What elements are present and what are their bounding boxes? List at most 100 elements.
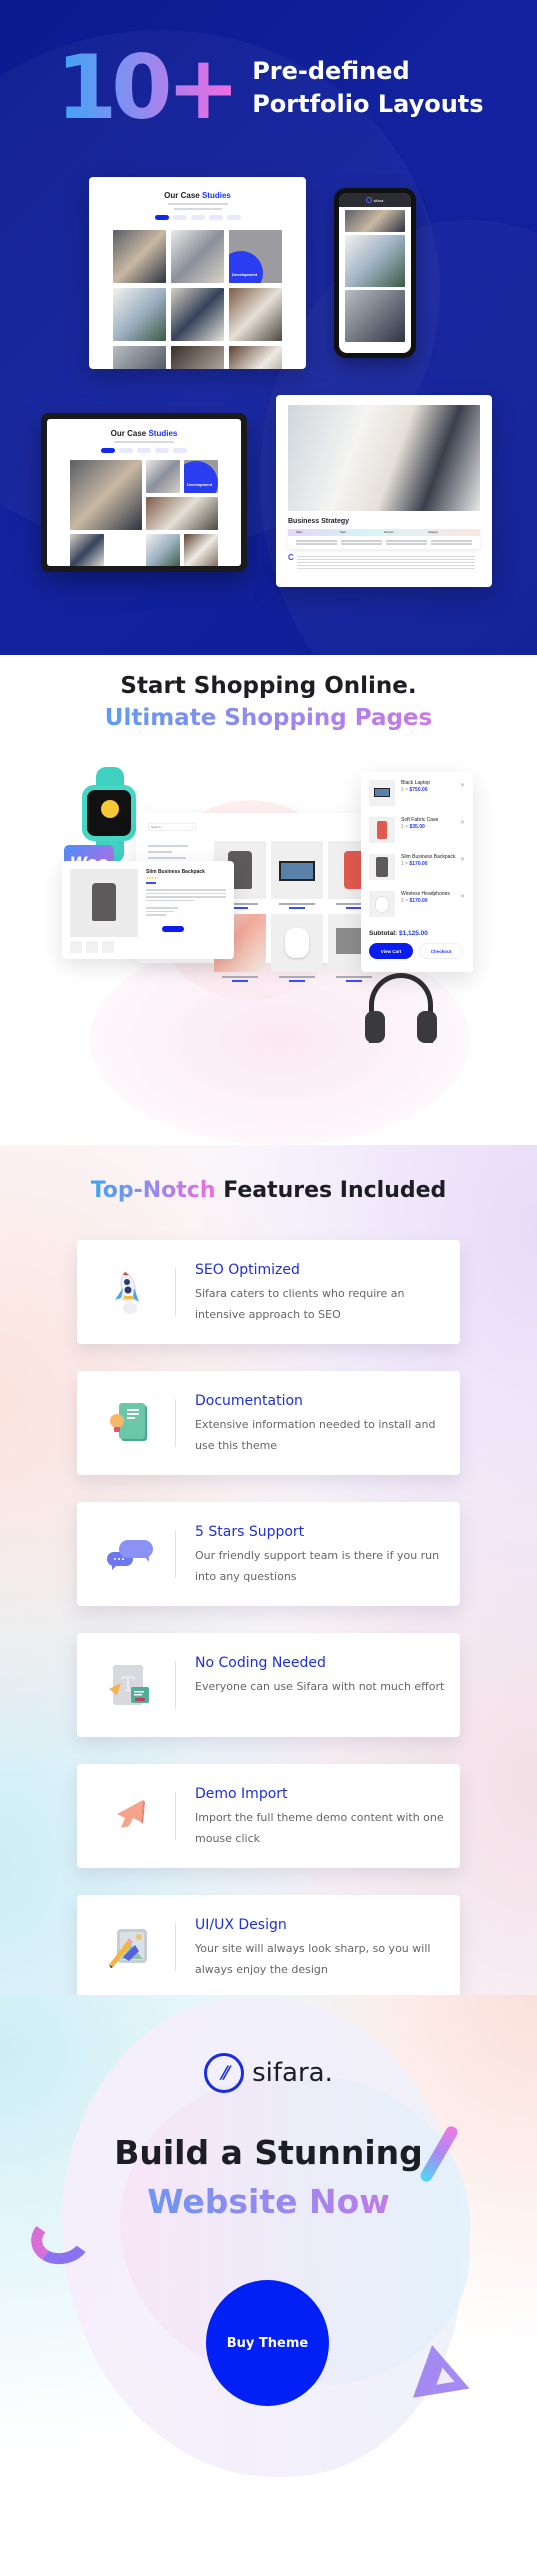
filter-pill[interactable]	[119, 448, 133, 453]
sifara-logo[interactable]: ⫽ sifara.	[0, 2053, 537, 2093]
feature-description: Import the full theme demo content with …	[195, 1811, 444, 1845]
phone-photo	[345, 235, 405, 287]
emoji-icon	[101, 800, 119, 818]
filter-pill[interactable]	[190, 215, 205, 220]
feature-card: Demo Import Import the full theme demo c…	[77, 1764, 460, 1868]
cart-item: Soft Fabric Case 1 × $35.00 ✕	[369, 817, 465, 854]
title-plain: Our Case	[110, 429, 147, 438]
case-photo[interactable]	[70, 534, 104, 566]
filter-pill-all[interactable]	[154, 215, 169, 220]
phone-header: sifara.	[339, 193, 411, 207]
case-photo-featured[interactable]: Development	[184, 460, 218, 493]
feature-description: Our friendly support team is there if yo…	[195, 1549, 440, 1583]
case-photo[interactable]	[229, 288, 282, 341]
title-accent: Studies	[201, 191, 231, 200]
checkout-button[interactable]: Checkout	[419, 943, 463, 959]
feature-title: Documentation	[195, 1393, 303, 1409]
feature-title: Demo Import	[195, 1786, 288, 1802]
add-to-cart-button[interactable]	[162, 925, 184, 932]
shop-subheading: Ultimate Shopping Pages	[0, 705, 537, 731]
remove-icon[interactable]: ✕	[460, 819, 465, 826]
filter-pill[interactable]	[172, 215, 187, 220]
featured-label: Development	[187, 482, 213, 487]
call-to-action-section: ⫽ sifara. Build a Stunning Website Now B…	[0, 1995, 537, 2560]
search-input[interactable]: Search... ⌕	[148, 823, 196, 831]
filter-pill[interactable]	[208, 215, 223, 220]
table-header: Client Team Services Category	[288, 529, 480, 536]
cart-item: Slim Business Backpack 1 × $170.00 ✕	[369, 854, 465, 891]
case-photo[interactable]	[171, 230, 224, 283]
mini-cart: Black Laptop 1 × $750.00 ✕ Soft Fabric Ca…	[361, 772, 473, 972]
case-photo[interactable]	[171, 346, 224, 369]
filter-pills	[89, 215, 306, 220]
headphones-image	[365, 973, 437, 1053]
case-photo[interactable]	[146, 497, 218, 530]
search-icon[interactable]: ⌕	[191, 825, 193, 829]
filter-pill[interactable]	[173, 448, 187, 453]
hero-subtitle-line1: Pre-defined	[252, 57, 410, 85]
filter-pill[interactable]	[137, 448, 151, 453]
thumbnail[interactable]	[70, 941, 82, 953]
filter-pill[interactable]	[155, 448, 169, 453]
product-card[interactable]	[271, 841, 323, 909]
table-header-cell: Services	[384, 531, 394, 534]
thumbnail[interactable]	[102, 941, 114, 953]
remove-icon[interactable]: ✕	[460, 856, 465, 863]
pencil-image-icon	[109, 1929, 147, 1968]
filter-pill[interactable]	[226, 215, 241, 220]
price	[146, 882, 156, 884]
thumbnail[interactable]	[86, 941, 98, 953]
cart-item-name: Slim Business Backpack	[401, 854, 456, 860]
book-bulb-icon	[110, 1403, 147, 1441]
filter-pills	[47, 448, 241, 453]
shopping-section: Start Shopping Online. Ultimate Shopping…	[0, 655, 537, 1145]
case-photo[interactable]	[171, 288, 224, 341]
divider	[175, 1792, 176, 1840]
description-line	[167, 203, 228, 205]
divider	[175, 1923, 176, 1971]
case-photo-featured[interactable]: Development	[229, 230, 282, 283]
logo-icon: ⫽	[204, 2053, 245, 2093]
phone-mockup: sifara.	[334, 188, 416, 358]
feature-title: UI/UX Design	[195, 1917, 287, 1933]
view-cart-button[interactable]: View Cart	[369, 943, 413, 959]
product-card[interactable]	[271, 914, 323, 982]
case-photo[interactable]	[113, 288, 166, 341]
subtotal-value: $1,125.00	[398, 930, 428, 937]
feature-title: No Coding Needed	[195, 1655, 326, 1671]
table-header-cell: Category	[428, 531, 439, 534]
phone-brand: sifara.	[373, 197, 385, 203]
body-text-lines	[296, 554, 475, 571]
case-photo[interactable]	[113, 230, 166, 283]
hero-subtitle: Pre-defined Portfolio Layouts	[252, 55, 483, 121]
filter-pill-all[interactable]	[101, 448, 115, 453]
title-plain: Our Case	[164, 191, 200, 200]
cart-subtotal: Subtotal: $1,125.00	[369, 930, 465, 937]
case-photo[interactable]	[146, 534, 180, 566]
case-grid: Development	[47, 460, 241, 566]
search-placeholder: Search...	[151, 825, 164, 829]
hero-heading: 10+ Pre-defined Portfolio Layouts	[56, 44, 484, 132]
case-photo[interactable]	[113, 346, 166, 369]
remove-icon[interactable]: ✕	[460, 893, 465, 900]
cart-item-price: $170.00	[409, 861, 428, 867]
project-info-table: Client Team Services Category	[288, 529, 480, 549]
blog-title: Business Strategy	[288, 518, 350, 525]
case-photo[interactable]	[184, 534, 218, 566]
features-heading-accent: Top-Notch	[90, 1178, 216, 1203]
remove-icon[interactable]: ✕	[460, 782, 465, 789]
quick-view-title: Slim Business Backpack	[146, 869, 205, 875]
table-header-cell: Team	[340, 531, 347, 534]
case-photo[interactable]	[70, 460, 142, 530]
cart-item-name: Soft Fabric Case	[401, 817, 439, 823]
divider	[175, 1268, 176, 1316]
product-image	[70, 869, 138, 937]
text-editor-icon: T	[109, 1665, 149, 1705]
divider	[175, 1399, 176, 1447]
divider	[175, 1661, 176, 1709]
phone-screen: sifara.	[339, 193, 411, 353]
case-photo[interactable]	[146, 460, 180, 493]
feature-description: Sifara caters to clients who require an …	[195, 1287, 405, 1321]
case-photo[interactable]	[229, 346, 282, 369]
buy-theme-button[interactable]: Buy Theme	[206, 2280, 329, 2406]
